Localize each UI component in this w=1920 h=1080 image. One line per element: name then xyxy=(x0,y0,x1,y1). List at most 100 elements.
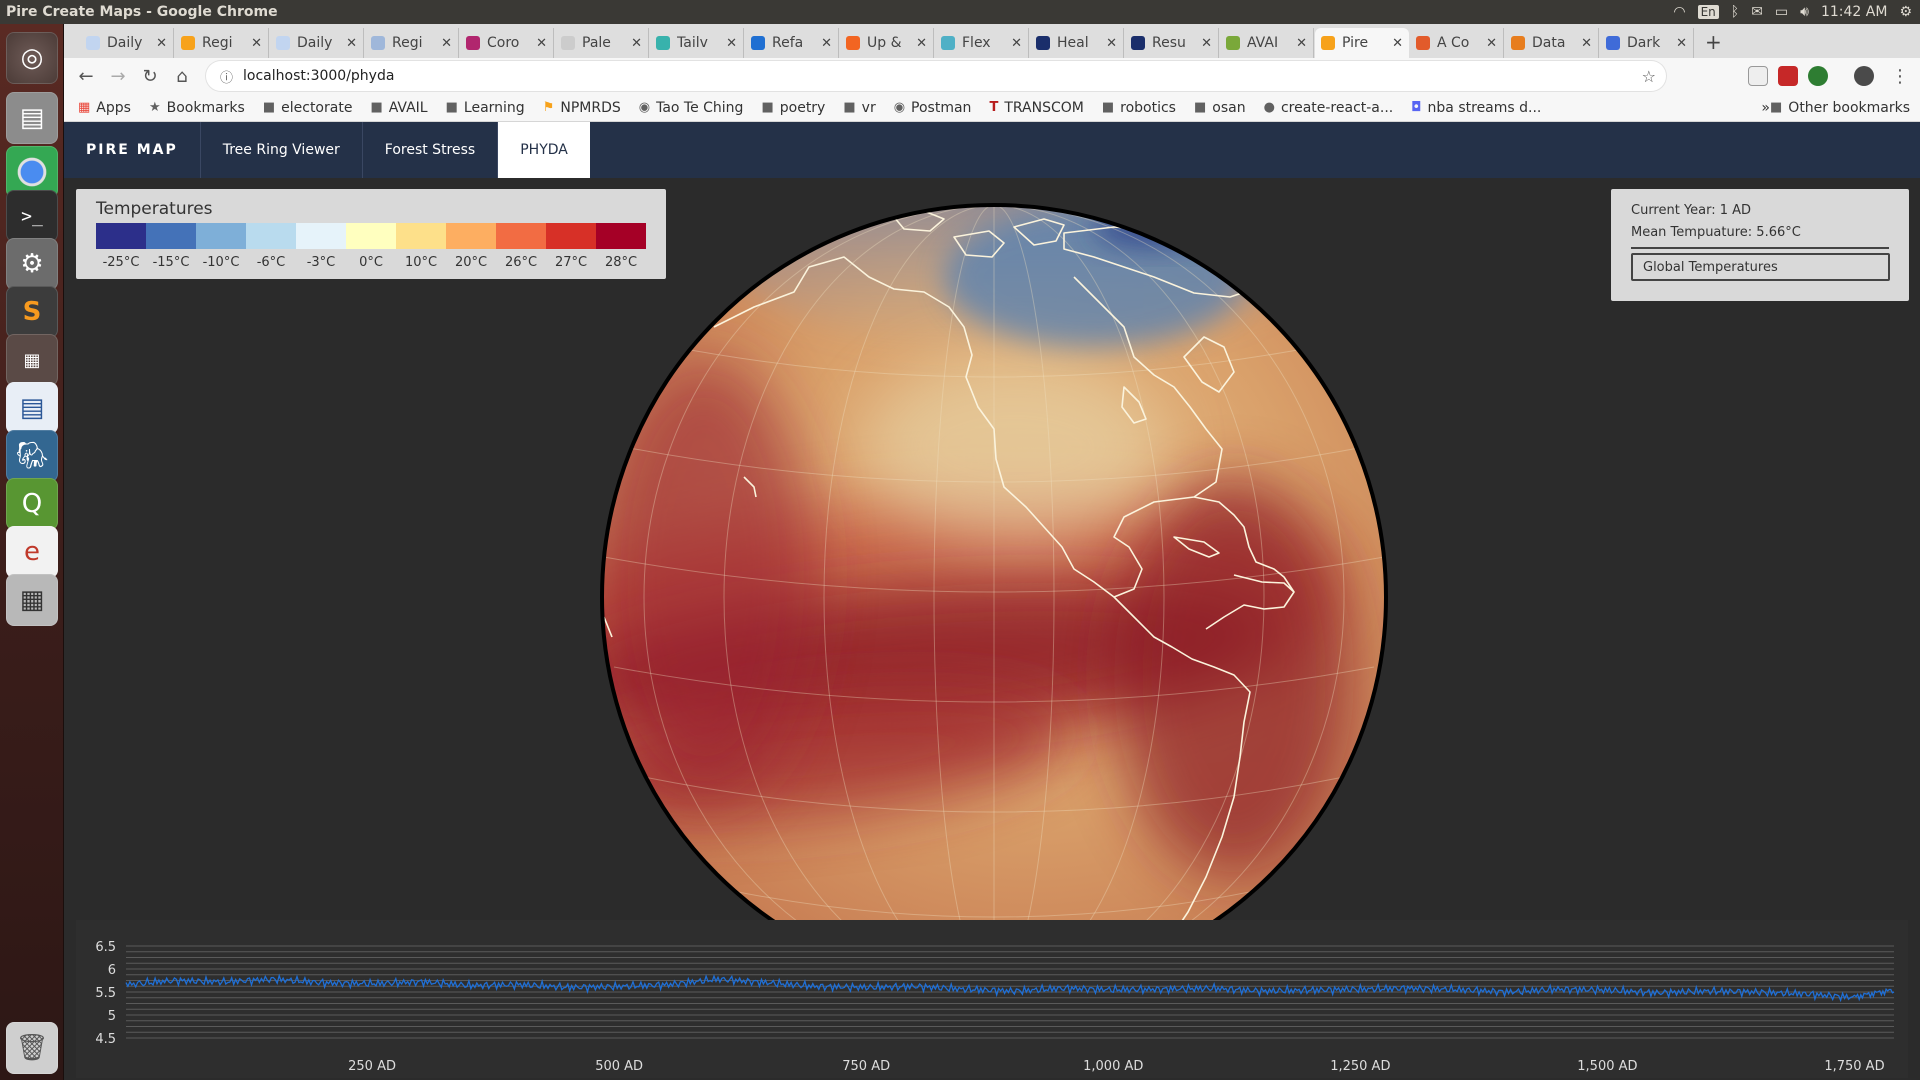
tab-close-icon[interactable]: ✕ xyxy=(1296,36,1307,51)
libreoffice-writer-icon[interactable]: ▤ xyxy=(6,382,58,434)
tab-close-icon[interactable]: ✕ xyxy=(1392,36,1403,51)
ubuntu-dash-icon[interactable]: ◎ xyxy=(6,32,58,84)
mail-icon[interactable]: ✉ xyxy=(1751,4,1763,20)
mean-temperature-line xyxy=(125,973,1895,1003)
folder-icon: ■ xyxy=(370,100,383,115)
nav-phyda[interactable]: PHYDA xyxy=(497,122,590,178)
system-settings-icon[interactable]: ⚙ xyxy=(6,238,58,290)
tab-close-icon[interactable]: ✕ xyxy=(251,36,262,51)
browser-tab[interactable]: Daily ✕ xyxy=(80,28,174,58)
tab-close-icon[interactable]: ✕ xyxy=(1011,36,1022,51)
tab-close-icon[interactable]: ✕ xyxy=(916,36,927,51)
mean-temperature-timeseries[interactable]: 6.5 6 5.5 5 4.5 250 AD 500 AD 750 AD 1,000 AD 1,2… xyxy=(76,920,1908,1078)
volume-icon[interactable]: 🔊︎ xyxy=(1800,4,1809,20)
tab-close-icon[interactable]: ✕ xyxy=(726,36,737,51)
tab-label: Flex xyxy=(962,35,991,51)
back-arrow-icon[interactable]: ← xyxy=(70,60,102,92)
browser-tab[interactable]: Heal ✕ xyxy=(1030,28,1124,58)
browser-tab[interactable]: Refa ✕ xyxy=(745,28,839,58)
browser-tab[interactable]: Pire ✕ xyxy=(1315,28,1409,58)
bookmark-item[interactable]: ■ poetry xyxy=(761,100,825,116)
bookmark-item[interactable]: ■ electorate xyxy=(263,100,353,116)
terminal-icon[interactable]: >_ xyxy=(6,190,58,242)
other-bookmarks[interactable]: ■ Other bookmarks xyxy=(1770,100,1910,116)
chrome-menu-icon[interactable]: ⋮ xyxy=(1884,60,1916,92)
browser-tab[interactable]: Data ✕ xyxy=(1505,28,1599,58)
bookmarks-overflow-chevron[interactable]: » xyxy=(1761,100,1770,116)
nav-forest-stress[interactable]: Forest Stress xyxy=(361,122,497,178)
tab-close-icon[interactable]: ✕ xyxy=(1486,36,1497,51)
calculator-icon[interactable]: ▦ xyxy=(6,574,58,626)
browser-tab[interactable]: Regi ✕ xyxy=(365,28,459,58)
sublime-text-icon[interactable]: S xyxy=(6,286,58,338)
wifi-icon[interactable]: ◠ xyxy=(1673,4,1685,20)
bookmark-item[interactable]: ■ AVAIL xyxy=(370,100,427,116)
bookmark-item[interactable]: T TRANSCOM xyxy=(989,100,1083,116)
tab-close-icon[interactable]: ✕ xyxy=(536,36,547,51)
tab-label: Pire xyxy=(1342,35,1369,51)
reload-icon[interactable]: ↻ xyxy=(134,60,166,92)
browser-tab[interactable]: Flex ✕ xyxy=(935,28,1029,58)
tab-close-icon[interactable]: ✕ xyxy=(1581,36,1592,51)
browser-tab[interactable]: Up & ✕ xyxy=(840,28,934,58)
profile-avatar[interactable] xyxy=(1854,66,1874,86)
site-info-icon[interactable]: ⓘ xyxy=(220,67,233,86)
settings-gear-icon[interactable]: ⚙ xyxy=(1899,4,1912,20)
global-temperatures-button[interactable]: Global Temperatures xyxy=(1631,253,1890,281)
tab-close-icon[interactable]: ✕ xyxy=(1676,36,1687,51)
tab-close-icon[interactable]: ✕ xyxy=(441,36,452,51)
bookmark-star-icon[interactable]: ☆ xyxy=(1642,67,1656,86)
temperature-globe[interactable] xyxy=(594,197,1394,997)
tab-close-icon[interactable]: ✕ xyxy=(631,36,642,51)
bluetooth-icon[interactable]: ᛒ xyxy=(1731,4,1739,20)
tab-close-icon[interactable]: ✕ xyxy=(1106,36,1117,51)
qgis-icon[interactable]: Q xyxy=(6,478,58,530)
keyboard-layout-indicator[interactable]: En xyxy=(1697,5,1719,19)
browser-tab[interactable]: Coro ✕ xyxy=(460,28,554,58)
browser-tab[interactable]: Regi ✕ xyxy=(175,28,269,58)
clock[interactable]: 11:42 AM xyxy=(1821,4,1887,20)
document-viewer-icon[interactable]: e xyxy=(6,526,58,578)
battery-icon[interactable]: ▭ xyxy=(1775,4,1788,20)
bookmark-item[interactable]: ★ Bookmarks xyxy=(149,100,245,116)
extension-icon-2[interactable] xyxy=(1778,66,1798,86)
app-brand[interactable]: PIRE MAP xyxy=(64,122,200,178)
bookmark-item[interactable]: ◉ Tao Te Ching xyxy=(639,100,744,116)
browser-tab[interactable]: A Co ✕ xyxy=(1410,28,1504,58)
files-icon[interactable]: ▤ xyxy=(6,92,58,144)
legend-label: 0°C xyxy=(359,255,383,270)
bookmark-item[interactable]: ■ robotics xyxy=(1102,100,1176,116)
browser-tab[interactable]: Daily ✕ xyxy=(270,28,364,58)
home-icon[interactable]: ⌂ xyxy=(166,60,198,92)
extension-icon-3[interactable] xyxy=(1808,66,1828,86)
bookmark-item[interactable]: ◉ Postman xyxy=(894,100,972,116)
bookmark-item[interactable]: ● create-react-a... xyxy=(1264,100,1394,116)
browser-tab[interactable]: Tailv ✕ xyxy=(650,28,744,58)
browser-tab[interactable]: Pale ✕ xyxy=(555,28,649,58)
folder-icon: ■ xyxy=(1101,100,1115,115)
forward-arrow-icon[interactable]: → xyxy=(102,60,134,92)
bookmark-item[interactable]: ■ Learning xyxy=(446,100,525,116)
browser-tab[interactable]: AVAI ✕ xyxy=(1220,28,1314,58)
trash-icon[interactable]: 🗑︎ xyxy=(6,1022,58,1074)
tab-close-icon[interactable]: ✕ xyxy=(346,36,357,51)
tab-close-icon[interactable]: ✕ xyxy=(156,36,167,51)
mean-temperature: Mean Tempuature: 5.66°C xyxy=(1631,225,1801,240)
pgadmin-elephant-icon[interactable]: 🐘︎ xyxy=(6,430,58,482)
bookmark-item[interactable]: ■ osan xyxy=(1194,100,1246,116)
extension-icon-1[interactable] xyxy=(1748,66,1768,86)
bookmark-item[interactable]: ▦ Apps xyxy=(78,100,131,116)
browser-tab[interactable]: Resu ✕ xyxy=(1125,28,1219,58)
tab-close-icon[interactable]: ✕ xyxy=(821,36,832,51)
bookmark-item[interactable]: ■ vr xyxy=(843,100,875,116)
workspace-switcher-icon[interactable]: ▦ xyxy=(6,334,58,386)
tab-close-icon[interactable]: ✕ xyxy=(1201,36,1212,51)
address-bar[interactable]: ⓘ localhost:3000/phyda ☆ xyxy=(206,61,1666,91)
new-tab-button[interactable]: + xyxy=(1695,28,1732,58)
bookmark-item[interactable]: ◘ nba streams d... xyxy=(1411,100,1541,116)
x-tick-label: 1,750 AD xyxy=(1824,1059,1884,1074)
bookmark-item[interactable]: ⚑ NPMRDS xyxy=(543,100,621,116)
nav-tree-ring-viewer[interactable]: Tree Ring Viewer xyxy=(199,122,362,178)
browser-tab[interactable]: Dark ✕ xyxy=(1600,28,1694,58)
address-url[interactable]: localhost:3000/phyda xyxy=(243,68,394,84)
